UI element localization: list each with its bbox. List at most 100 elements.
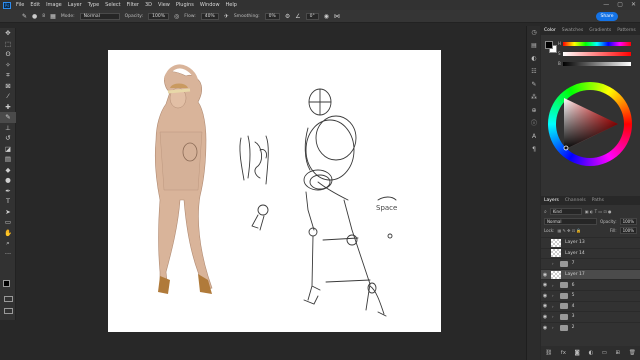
character-panel-icon[interactable]: A xyxy=(527,130,541,143)
chevron-right-icon[interactable]: › xyxy=(552,304,554,309)
brightness-slider[interactable] xyxy=(563,62,631,66)
opacity-field[interactable]: 100% xyxy=(148,12,169,20)
move-tool-icon[interactable]: ✥ xyxy=(0,28,16,39)
visibility-eye-icon[interactable]: ◉ xyxy=(541,293,549,299)
blend-mode-select[interactable]: Normal xyxy=(544,218,598,225)
menu-window[interactable]: Window xyxy=(200,2,220,8)
document-canvas[interactable]: Space xyxy=(108,50,441,332)
panel-foreground-swatch[interactable] xyxy=(545,41,553,49)
info-panel-icon[interactable]: ⓘ xyxy=(527,117,541,130)
gradient-tool-icon[interactable]: ▤ xyxy=(0,154,16,165)
chevron-right-icon[interactable]: › xyxy=(552,283,554,288)
clone-stamp-tool-icon[interactable]: ⊥ xyxy=(0,123,16,134)
angle-field[interactable]: 0° xyxy=(305,12,319,20)
layer-row[interactable]: Layer 14 xyxy=(541,247,640,259)
new-layer-icon[interactable]: ⊞ xyxy=(616,350,621,356)
tab-color[interactable]: Color xyxy=(544,28,556,33)
libraries-panel-icon[interactable]: ☷ xyxy=(527,65,541,78)
close-icon[interactable]: ✕ xyxy=(631,1,636,8)
brush-preset-icon[interactable]: ✎ xyxy=(22,13,27,20)
layer-filter-kind[interactable]: Kind xyxy=(549,208,582,215)
fill-field[interactable]: 100% xyxy=(619,227,637,234)
brushes-panel-icon[interactable]: ⁂ xyxy=(527,91,541,104)
adjustment-layer-icon[interactable]: ◐ xyxy=(588,350,593,356)
new-group-icon[interactable]: ▭ xyxy=(602,350,607,356)
magic-wand-tool-icon[interactable]: ✧ xyxy=(0,60,16,71)
saturation-slider[interactable] xyxy=(563,52,631,56)
tab-paths[interactable]: Paths xyxy=(592,198,604,203)
tab-swatches[interactable]: Swatches xyxy=(562,28,584,33)
airbrush-icon[interactable]: ✈ xyxy=(224,13,229,20)
layer-style-icon[interactable]: fx xyxy=(561,350,566,356)
more-tools-icon[interactable]: ··· xyxy=(0,249,16,260)
layer-row[interactable]: ◉ Layer 17 xyxy=(541,268,640,280)
chevron-right-icon[interactable]: › xyxy=(552,325,554,330)
brush-settings-panel-icon[interactable]: ✎ xyxy=(527,78,541,91)
screen-mode-icon[interactable] xyxy=(4,308,13,314)
layer-group-row[interactable]: ◉ › 4 xyxy=(541,300,640,312)
adjustments-panel-icon[interactable]: ◐ xyxy=(527,52,541,65)
healing-brush-tool-icon[interactable]: ✚ xyxy=(0,102,16,113)
hand-tool-icon[interactable]: ✋ xyxy=(0,228,16,239)
color-triangle[interactable] xyxy=(556,90,624,158)
layer-group-row[interactable]: ◉ › 3 xyxy=(541,311,640,322)
smoothing-settings-gear-icon[interactable]: ⚙ xyxy=(285,13,290,20)
frame-tool-icon[interactable]: ⊠ xyxy=(0,81,16,92)
foreground-color-swatch[interactable] xyxy=(3,280,10,287)
crop-tool-icon[interactable]: ⌗ xyxy=(0,70,16,81)
tab-channels[interactable]: Channels xyxy=(565,198,586,203)
link-layers-icon[interactable]: ⛓ xyxy=(545,350,552,356)
brush-tip-picker-icon[interactable]: ● xyxy=(32,13,37,20)
menu-image[interactable]: Image xyxy=(46,2,62,8)
type-tool-icon[interactable]: T xyxy=(0,196,16,207)
filter-type-icons[interactable]: ▣ ◐ T ▭ ⊡ ● xyxy=(585,209,612,214)
menu-view[interactable]: View xyxy=(158,2,170,8)
hue-slider[interactable] xyxy=(563,42,631,46)
visibility-eye-icon[interactable]: ◉ xyxy=(541,325,549,331)
menu-3d[interactable]: 3D xyxy=(145,2,152,8)
lasso-tool-icon[interactable]: ʘ xyxy=(0,49,16,60)
quick-mask-icon[interactable] xyxy=(4,296,13,302)
properties-panel-icon[interactable]: ▤ xyxy=(527,39,541,52)
layer-group-row[interactable]: ◉ › 6 xyxy=(541,279,640,290)
menu-plugins[interactable]: Plugins xyxy=(176,2,194,8)
layer-group-row[interactable]: ◉ › 2 xyxy=(541,321,640,333)
tab-layers[interactable]: Layers xyxy=(544,198,559,203)
maximize-icon[interactable]: ▢ xyxy=(617,1,623,8)
eyedropper-tool-icon[interactable]: ⁄ xyxy=(0,91,16,102)
mode-select[interactable]: Normal xyxy=(79,12,120,20)
menu-select[interactable]: Select xyxy=(105,2,120,8)
marquee-tool-icon[interactable]: ⬚ xyxy=(0,39,16,50)
layer-group-row[interactable]: ◉ › 5 xyxy=(541,289,640,301)
shape-tool-icon[interactable]: ▭ xyxy=(0,217,16,228)
visibility-eye-icon[interactable]: ◉ xyxy=(541,314,549,320)
menu-filter[interactable]: Filter xyxy=(127,2,139,8)
paragraph-panel-icon[interactable]: ¶ xyxy=(527,143,541,156)
path-selection-tool-icon[interactable]: ➤ xyxy=(0,207,16,218)
pressure-size-icon[interactable]: ◉ xyxy=(324,13,329,20)
menu-file[interactable]: File xyxy=(16,2,24,8)
history-panel-icon[interactable]: ◷ xyxy=(527,26,541,39)
chevron-right-icon[interactable]: › xyxy=(552,314,554,319)
smoothing-field[interactable]: 0% xyxy=(264,12,280,20)
brush-settings-icon[interactable]: ▦ xyxy=(50,13,56,20)
clone-source-panel-icon[interactable]: ⊕ xyxy=(527,104,541,117)
menu-type[interactable]: Type xyxy=(88,2,99,8)
pressure-opacity-icon[interactable]: ◎ xyxy=(174,13,179,20)
pen-tool-icon[interactable]: ✒ xyxy=(0,186,16,197)
tab-gradients[interactable]: Gradients xyxy=(589,28,611,33)
blur-tool-icon[interactable]: ◆ xyxy=(0,165,16,176)
menu-layer[interactable]: Layer xyxy=(68,2,82,8)
zoom-tool-icon[interactable]: ⌕ xyxy=(0,238,16,249)
chevron-right-icon[interactable]: › xyxy=(552,293,554,298)
delete-layer-icon[interactable]: 🗑 xyxy=(629,350,636,356)
eraser-tool-icon[interactable]: ◪ xyxy=(0,144,16,155)
layer-row[interactable]: Layer 13 xyxy=(541,237,640,248)
flow-field[interactable]: 40% xyxy=(200,12,219,20)
brush-tool-icon[interactable]: ✎ xyxy=(0,112,16,123)
symmetry-icon[interactable]: ⋈ xyxy=(334,13,340,20)
minimize-icon[interactable]: — xyxy=(603,1,609,8)
lock-icons[interactable]: ▦ ✎ ✥ ⊡ 🔒 xyxy=(557,228,581,233)
visibility-eye-icon[interactable]: ◉ xyxy=(541,282,549,288)
tab-patterns[interactable]: Patterns xyxy=(617,28,636,33)
